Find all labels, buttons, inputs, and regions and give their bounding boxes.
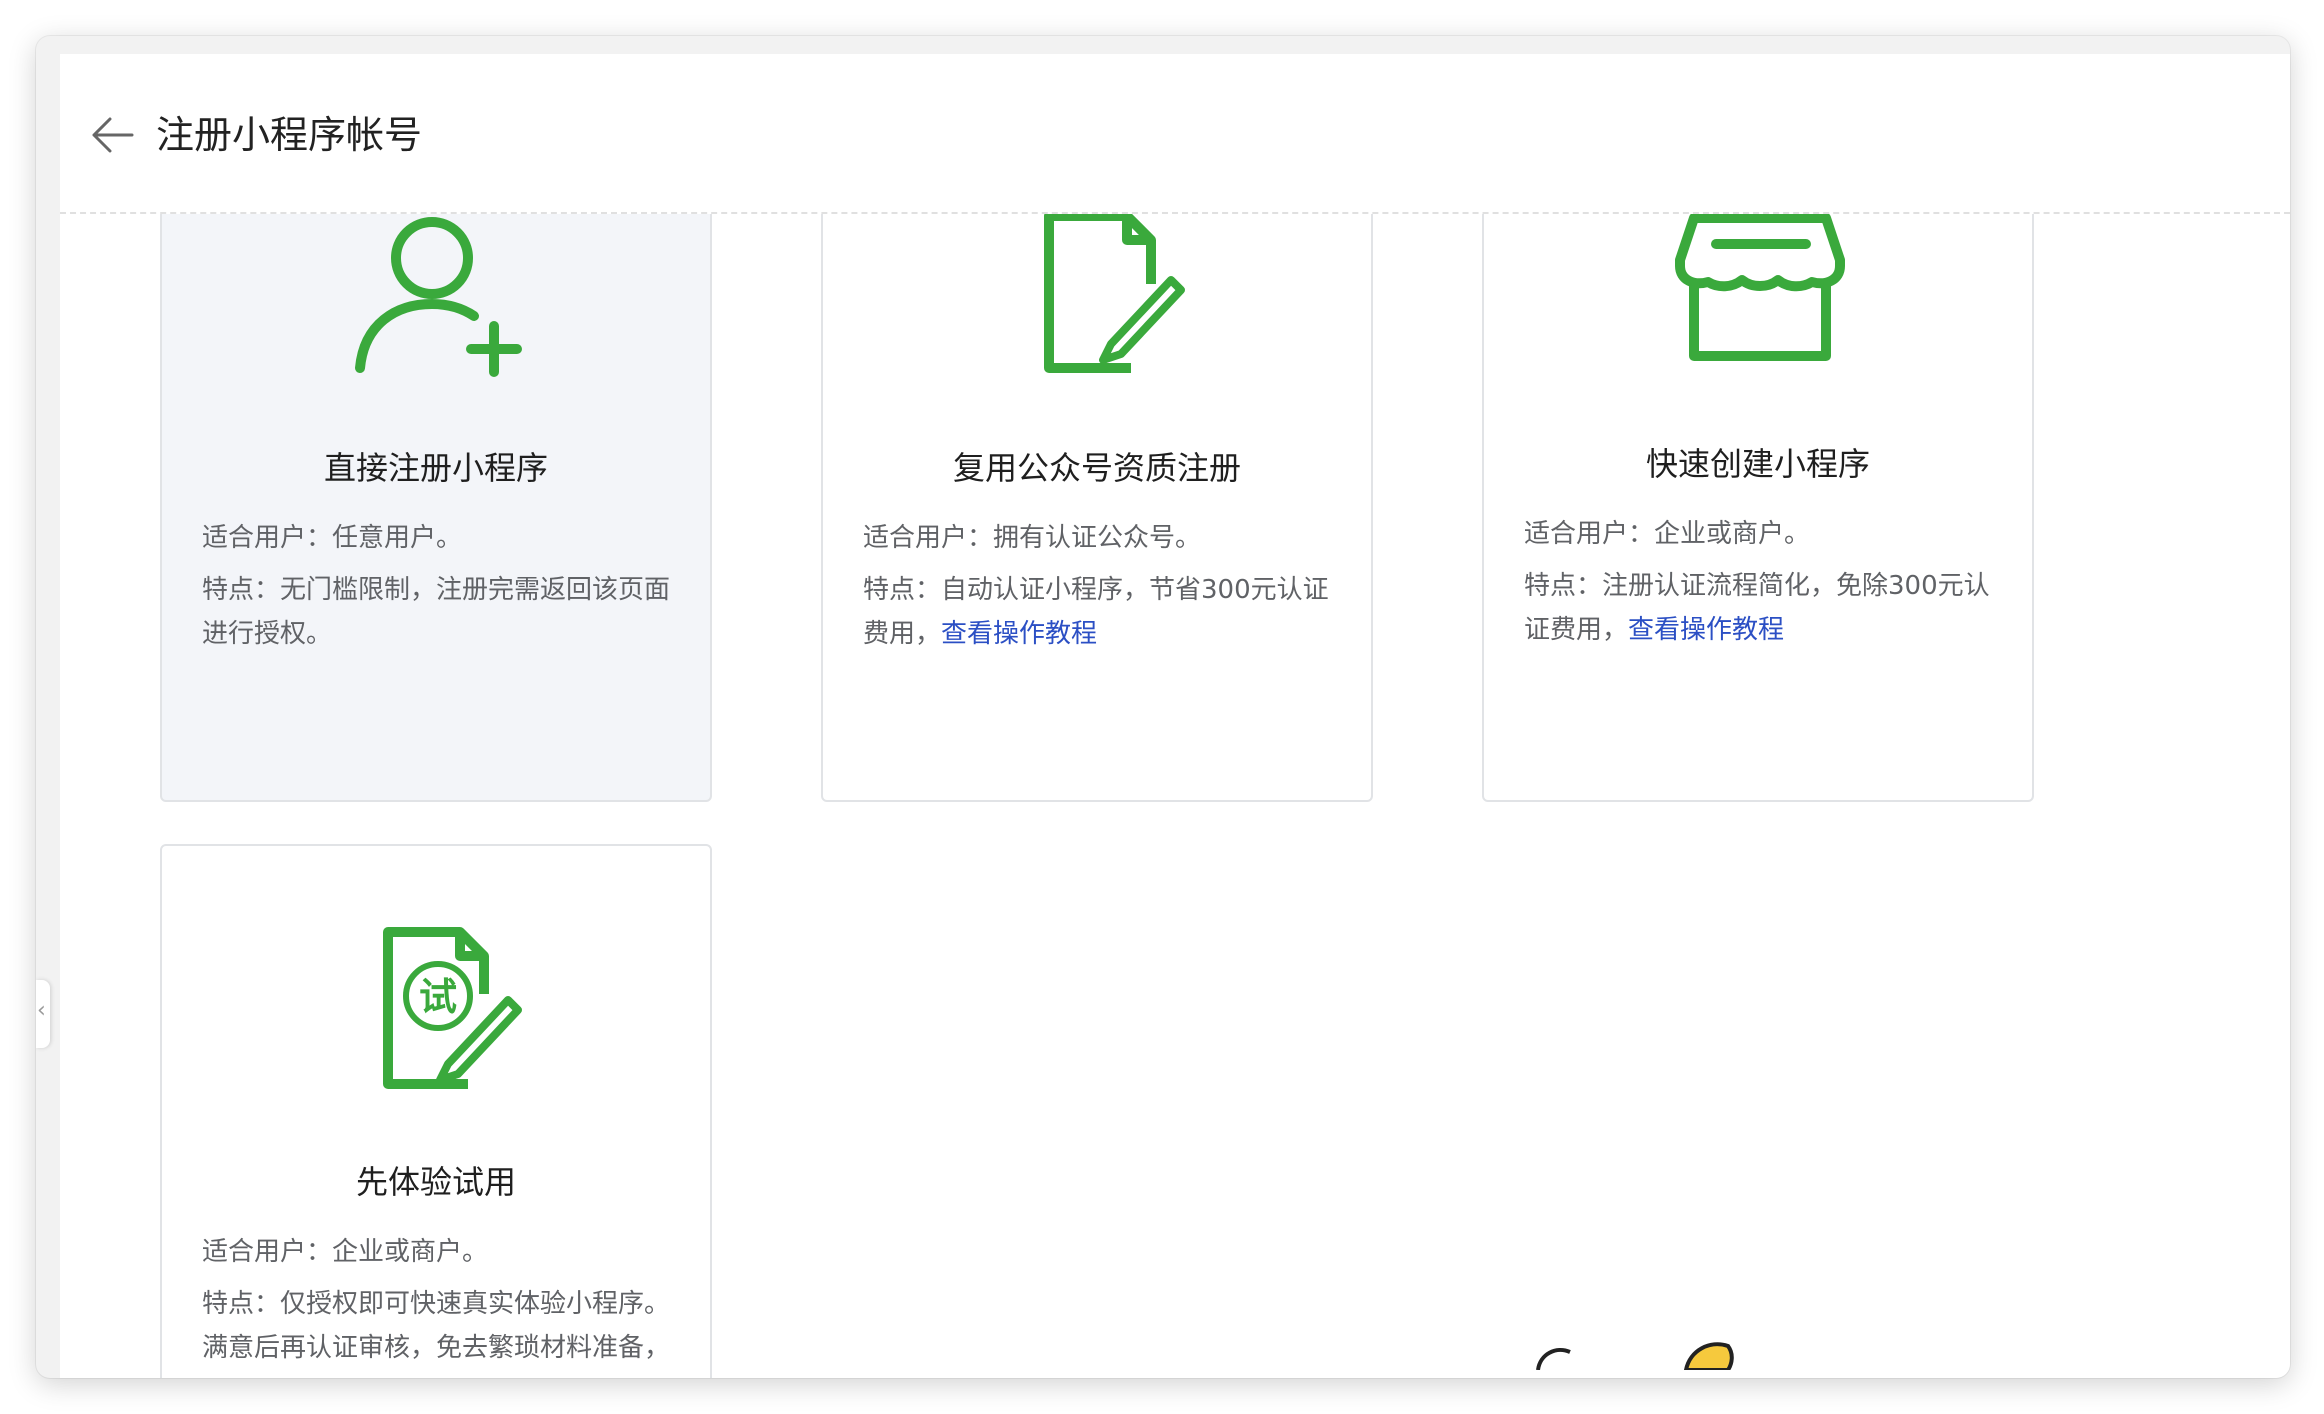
card-description: 适合用户：企业或商户。 特点：仅授权即可快速真实体验小程序。满意后再认证审核，免… [202,1230,682,1370]
card-quick-create[interactable]: 快速创建小程序 适合用户：企业或商户。 特点：注册认证流程简化，免除300元认证… [1482,214,2034,802]
main-panel: 注册小程序帐号 直接注册小程序 适合用户：任意用户。 特点：无门槛限制，注册完需… [60,54,2290,1378]
register-options: 直接注册小程序 适合用户：任意用户。 特点：无门槛限制，注册完需返回该页面进行授… [60,214,2290,1378]
card-target-users: 适合用户：企业或商户。 [1524,519,1811,549]
arrow-left-icon[interactable] [88,110,138,160]
page-title: 注册小程序帐号 [156,113,423,157]
card-feature: 特点：仅授权即可快速真实体验小程序。满意后再认证审核，免去繁琐材料准备， [202,1289,671,1363]
card-target-users: 适合用户：拥有认证公众号。 [863,523,1202,553]
card-title: 快速创建小程序 [1645,445,1870,483]
card-reuse-official-account[interactable]: 复用公众号资质注册 适合用户：拥有认证公众号。 特点：自动认证小程序，节省300… [821,214,1373,802]
card-feature-line: 特点：注册认证流程简化，免除300元认证费用，查看操作教程 [1524,564,2004,652]
screen: ‹ 注册小程序帐号 直接注册小程序 适合用户：任意用户。 特点：无门槛限制，注册… [0,0,2324,1414]
view-tutorial-link[interactable]: 查看操作教程 [941,619,1097,649]
card-title: 先体验试用 [355,1163,516,1201]
mascot-illustration [1536,1342,1734,1370]
chevron-left-icon: ‹ [37,998,46,1023]
card-target-users: 适合用户：企业或商户。 [202,1237,489,1267]
card-feature: 特点：无门槛限制，注册完需返回该页面进行授权。 [202,575,671,649]
card-feature-line: 特点：自动认证小程序，节省300元认证费用，查看操作教程 [863,568,1343,656]
card-direct-register[interactable]: 直接注册小程序 适合用户：任意用户。 特点：无门槛限制，注册完需返回该页面进行授… [160,214,712,802]
store-icon [1675,214,1845,361]
user-add-icon [355,217,522,377]
document-edit-icon [1044,214,1185,373]
card-description: 适合用户：任意用户。 特点：无门槛限制，注册完需返回该页面进行授权。 [202,516,682,656]
collapse-sidebar-handle[interactable]: ‹ [36,980,50,1048]
page-header: 注册小程序帐号 [60,54,2290,214]
card-title: 复用公众号资质注册 [952,449,1241,487]
view-tutorial-link[interactable]: 查看操作教程 [1628,615,1784,645]
trial-document-icon: 试 [383,927,522,1089]
card-trial[interactable]: 试 先体验试用 适合用户：企业或商户。 特点：仅授权即可快速真实体验小程序。满意… [160,844,712,1378]
app-window: ‹ 注册小程序帐号 直接注册小程序 适合用户：任意用户。 特点：无门槛限制，注册… [36,36,2290,1378]
card-description: 适合用户：企业或商户。 特点：注册认证流程简化，免除300元认证费用，查看操作教… [1524,512,2004,652]
card-target-users: 适合用户：任意用户。 [202,523,463,553]
trial-glyph: 试 [419,975,457,1019]
card-description: 适合用户：拥有认证公众号。 特点：自动认证小程序，节省300元认证费用，查看操作… [863,516,1343,656]
card-title: 直接注册小程序 [323,449,548,487]
